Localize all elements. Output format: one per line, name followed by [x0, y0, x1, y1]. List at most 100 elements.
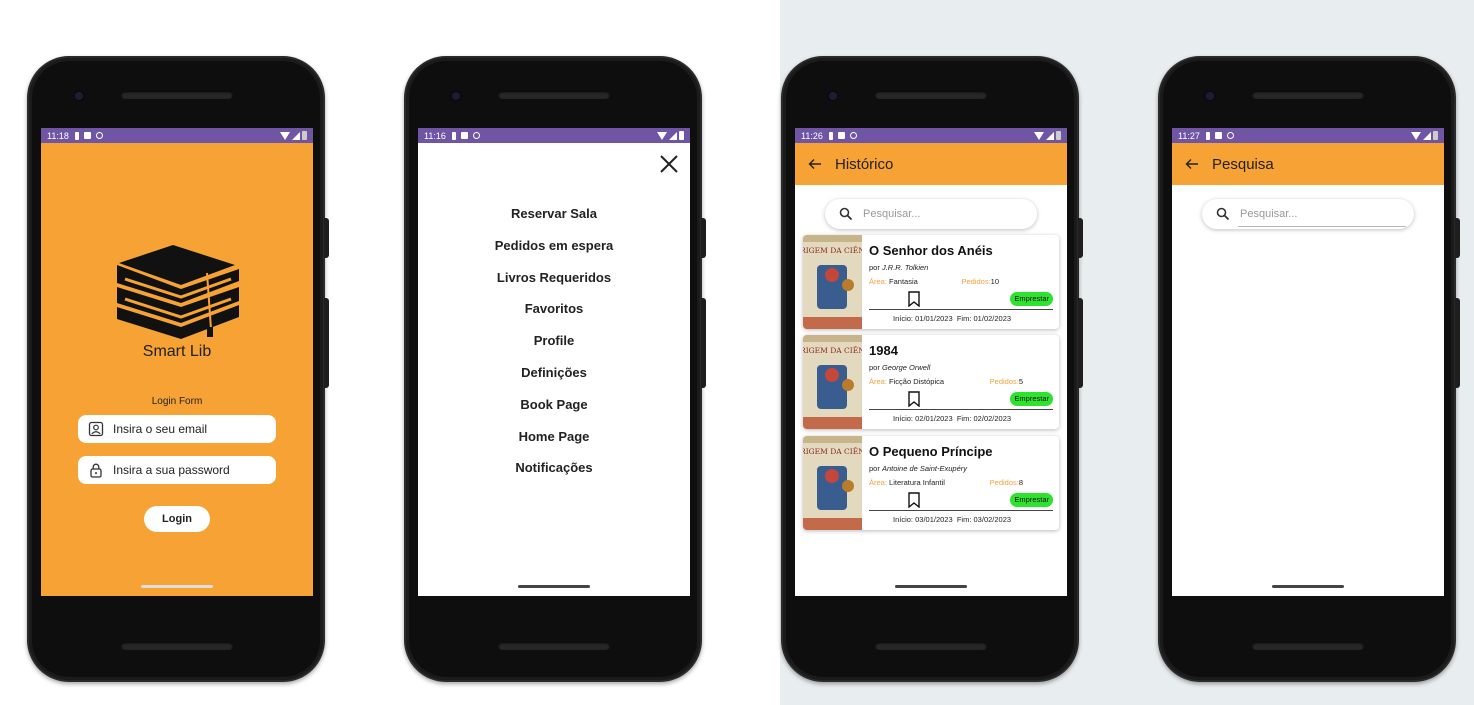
cover-text: A ORIGEM DA CIÊNCIA — [803, 447, 862, 456]
home-indicator[interactable] — [518, 585, 590, 588]
user-icon — [88, 421, 104, 437]
search-placeholder: Pesquisar... — [1240, 208, 1298, 220]
wifi-icon — [1411, 131, 1421, 140]
app-name: Smart Lib — [142, 343, 212, 360]
menu-item-livros-requeridos[interactable]: Livros Requeridos — [418, 270, 690, 302]
sync-icon — [849, 132, 857, 139]
front-camera — [1204, 90, 1216, 102]
home-indicator[interactable] — [1272, 585, 1344, 588]
password-field[interactable]: Insira a sua password — [78, 456, 276, 484]
status-bar: 11:27 — [1172, 128, 1444, 143]
book-title: 1984 — [869, 343, 898, 358]
status-bar: 11:26 — [795, 128, 1067, 143]
search-screen: 11:27 Pesquisa Pesquisar... — [1172, 128, 1444, 596]
book-area: Área: Literatura Infantil — [869, 478, 945, 487]
page-title: Pesquisa — [1212, 155, 1274, 173]
battery-icon — [679, 131, 684, 140]
history-screen: 11:26 Histórico Pesquisar... A ORIGEM DA… — [795, 128, 1067, 596]
usb-icon — [451, 131, 456, 140]
power-button — [1455, 218, 1460, 258]
menu-item-pedidos-em-espera[interactable]: Pedidos em espera — [418, 238, 690, 270]
status-time: 11:27 — [1178, 130, 1200, 141]
menu-item-definicoes[interactable]: Definições — [418, 365, 690, 397]
loan-dates: Início: 03/01/2023 Fim: 03/02/2023 — [893, 515, 1012, 524]
borrow-button[interactable]: Emprestar — [1010, 493, 1053, 507]
book-area: Área: Fantasia — [869, 277, 918, 286]
power-button — [324, 218, 329, 258]
book-author: por George Orwell — [869, 363, 931, 372]
status-time: 11:18 — [47, 130, 69, 141]
bookmark-icon[interactable] — [907, 492, 921, 508]
borrow-button[interactable]: Emprestar — [1010, 392, 1053, 406]
search-placeholder: Pesquisar... — [863, 208, 921, 220]
volume-button — [1455, 298, 1460, 388]
email-field[interactable]: Insira o seu email — [78, 415, 276, 443]
earpiece — [121, 91, 233, 99]
divider — [869, 409, 1053, 410]
battery-icon — [1433, 131, 1438, 140]
menu-item-book-page[interactable]: Book Page — [418, 397, 690, 429]
bookmark-icon[interactable] — [907, 291, 921, 307]
status-bar: 11:16 — [418, 128, 690, 143]
menu-item-favoritos[interactable]: Favoritos — [418, 301, 690, 333]
usb-icon — [74, 131, 79, 140]
front-camera — [827, 90, 839, 102]
sd-card-icon — [460, 132, 468, 139]
search-underline — [1238, 226, 1406, 227]
earpiece — [1252, 91, 1364, 99]
signal-icon — [292, 131, 300, 140]
password-placeholder: Insira a sua password — [113, 463, 230, 477]
back-arrow-icon[interactable] — [807, 156, 823, 172]
divider — [869, 309, 1053, 310]
bookmark-icon[interactable] — [907, 391, 921, 407]
menu-screen: 11:16 Reservar Sala Pedidos em espera Li… — [418, 128, 690, 596]
phone-login: 11:18 Smart Lib Login Form Insira o seu … — [27, 56, 329, 682]
volume-button — [1078, 298, 1083, 388]
login-screen: 11:18 Smart Lib Login Form Insira o seu … — [41, 128, 313, 596]
home-indicator[interactable] — [141, 585, 213, 588]
usb-icon — [828, 131, 833, 140]
battery-icon — [1056, 131, 1061, 140]
menu-item-reservar-sala[interactable]: Reservar Sala — [418, 206, 690, 238]
cover-text: A ORIGEM DA CIÊNCIA — [803, 346, 862, 355]
menu-item-home-page[interactable]: Home Page — [418, 429, 690, 461]
phone-menu: 11:16 Reservar Sala Pedidos em espera Li… — [404, 56, 706, 682]
close-icon[interactable] — [658, 153, 680, 175]
back-arrow-icon[interactable] — [1184, 156, 1200, 172]
login-button[interactable]: Login — [144, 506, 210, 532]
volume-button — [701, 298, 706, 388]
book-requests: Pedidos:8 — [989, 478, 1023, 487]
sd-card-icon — [1214, 132, 1222, 139]
cover-text: A ORIGEM DA CIÊNCIA — [803, 246, 862, 255]
power-button — [1078, 218, 1083, 258]
book-title: O Pequeno Príncipe — [869, 444, 993, 459]
wifi-icon — [1034, 131, 1044, 140]
app-bar: Histórico — [795, 143, 1067, 185]
book-area: Área: Ficção Distópica — [869, 377, 945, 386]
search-input[interactable]: Pesquisar... — [1202, 199, 1414, 229]
form-title: Login Form — [151, 396, 203, 407]
menu-panel: Reservar Sala Pedidos em espera Livros R… — [418, 143, 690, 596]
search-icon — [1216, 207, 1230, 221]
wifi-icon — [280, 131, 290, 140]
signal-icon — [669, 131, 677, 140]
status-time: 11:16 — [424, 130, 446, 141]
sync-icon — [95, 132, 103, 139]
volume-button — [324, 298, 329, 388]
menu-item-profile[interactable]: Profile — [418, 333, 690, 365]
front-camera — [450, 90, 462, 102]
book-card[interactable]: A ORIGEM DA CIÊNCIA O Senhor dos Anéis p… — [803, 235, 1059, 329]
book-card[interactable]: A ORIGEM DA CIÊNCIA 1984 por George Orwe… — [803, 335, 1059, 429]
menu-item-notificacoes[interactable]: Notificações — [418, 460, 690, 492]
loan-dates: Início: 02/01/2023 Fim: 02/02/2023 — [893, 414, 1012, 423]
search-input[interactable]: Pesquisar... — [825, 199, 1037, 229]
book-cover-image: A ORIGEM DA CIÊNCIA — [803, 235, 862, 329]
bottom-speaker — [121, 642, 233, 650]
borrow-button[interactable]: Emprestar — [1010, 292, 1053, 306]
home-indicator[interactable] — [895, 585, 967, 588]
login-form-area: Smart Lib Login Form Insira o seu email … — [41, 143, 313, 596]
books-stack-icon — [117, 245, 239, 339]
sd-card-icon — [83, 132, 91, 139]
book-card[interactable]: A ORIGEM DA CIÊNCIA O Pequeno Príncipe p… — [803, 436, 1059, 530]
earpiece — [498, 91, 610, 99]
